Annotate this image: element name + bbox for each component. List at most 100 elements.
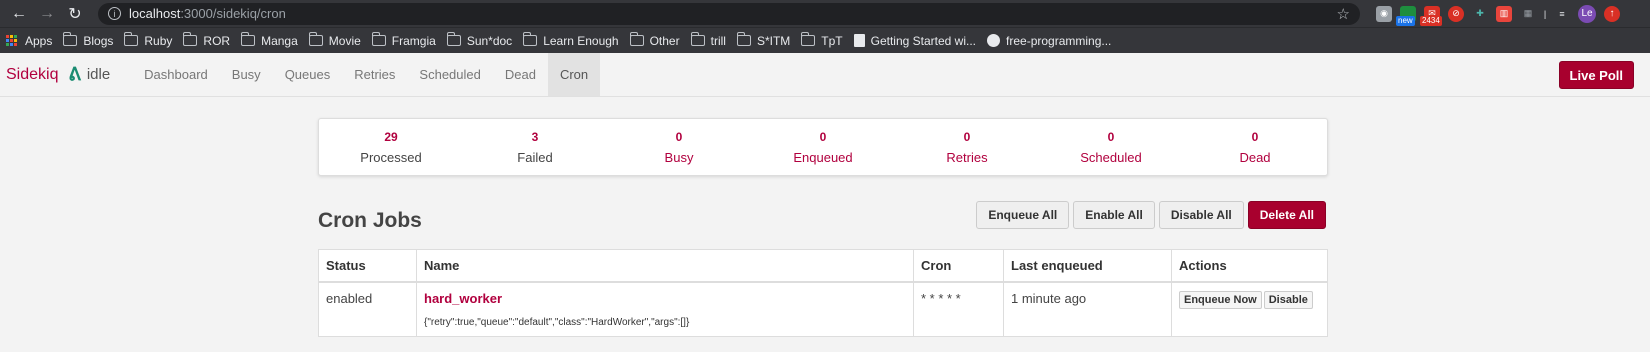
stat-processed[interactable]: 29 Processed	[319, 119, 463, 175]
grid-extension-icon[interactable]: ▦	[1520, 6, 1536, 22]
bookmark-getting-started[interactable]: Getting Started wi...	[853, 33, 985, 48]
bookmark-folder-sundoc[interactable]: Sun*doc	[446, 32, 521, 48]
bookmark-folder-framgia[interactable]: Framgia	[371, 32, 445, 48]
stat-label: Busy	[664, 149, 694, 165]
bookmark-folder-manga[interactable]: Manga	[241, 32, 307, 48]
bookmark-label: Apps	[25, 33, 53, 48]
stat-value: 3	[531, 129, 539, 144]
browser-toolbar: ← → ↻ i localhost:3000/sidekiq/cron ☆ ◉ …	[0, 0, 1650, 27]
job-name-cell: hard_worker {"retry":true,"queue":"defau…	[416, 281, 914, 337]
new-badge: new	[1396, 15, 1415, 26]
job-args: {"retry":true,"queue":"default","class":…	[424, 316, 690, 328]
nav-queues[interactable]: Queues	[273, 53, 343, 96]
new-extension-icon[interactable]: new	[1396, 5, 1416, 26]
bookmark-label: Other	[649, 33, 680, 48]
nav-cron[interactable]: Cron	[547, 53, 601, 96]
summary-bar: 29 Processed 3 Failed 0 Busy 0 Enqueued …	[318, 118, 1328, 176]
bookmark-label: ROR	[203, 33, 231, 48]
address-bar[interactable]: i localhost:3000/sidekiq/cron ☆	[98, 2, 1360, 25]
nav-dead[interactable]: Dead	[493, 53, 548, 96]
bookmark-star-icon[interactable]: ☆	[1337, 5, 1350, 23]
bookmark-label: Blogs	[83, 33, 114, 48]
blocker-extension-icon[interactable]: ⊘	[1448, 5, 1464, 22]
column-header-last-enqueued: Last enqueued	[1003, 249, 1172, 283]
disable-all-button[interactable]: Disable All	[1158, 201, 1244, 229]
nav-retries[interactable]: Retries	[342, 53, 407, 96]
nav-scheduled[interactable]: Scheduled	[407, 53, 492, 96]
stat-label: Enqueued	[793, 149, 853, 165]
site-info-icon[interactable]: i	[108, 7, 121, 20]
github-icon	[987, 34, 1001, 47]
brand[interactable]: Sidekiq ᕕ idle	[6, 53, 120, 96]
bookmark-label: trill	[710, 33, 726, 48]
forward-arrow-icon[interactable]: →	[36, 3, 58, 25]
stat-label: Scheduled	[1080, 149, 1142, 165]
delete-all-button[interactable]: Delete All	[1247, 201, 1326, 229]
stat-value: 0	[819, 129, 827, 144]
extensions-bar: ◉ new ✉ 2434 ⊘ ✚ ▥ ▦ | ≡ Le ↑	[1376, 4, 1620, 26]
bookmark-folder-other[interactable]: Other	[629, 32, 689, 48]
url-path: :3000/sidekiq/cron	[180, 6, 286, 21]
update-icon[interactable]: ↑	[1604, 5, 1620, 22]
bookmarks-bar: Apps Blogs Ruby ROR Manga Movie Framgia …	[0, 27, 1650, 53]
bookmark-free-programming[interactable]: free-programming...	[987, 34, 1120, 48]
bookmark-label: Manga	[261, 33, 298, 48]
camera-extension-icon[interactable]: ◉	[1376, 5, 1392, 22]
mail-count-badge: 2434	[1420, 15, 1442, 26]
bookmark-folder-ruby[interactable]: Ruby	[124, 32, 181, 48]
stat-value: 0	[963, 129, 971, 144]
reload-icon[interactable]: ↻	[64, 3, 86, 25]
column-header-actions: Actions	[1171, 249, 1328, 283]
nav-busy[interactable]: Busy	[220, 53, 273, 96]
bookmark-label: free-programming...	[1006, 33, 1112, 48]
enable-all-button[interactable]: Enable All	[1073, 201, 1155, 229]
bookmark-label: Ruby	[144, 33, 173, 48]
mail-extension-icon[interactable]: ✉ 2434	[1420, 5, 1442, 26]
profile-avatar[interactable]: Le	[1578, 4, 1596, 23]
table-row: enabled hard_worker {"retry":true,"queue…	[318, 281, 1328, 337]
nav-dashboard[interactable]: Dashboard	[132, 53, 220, 96]
folder-icon	[690, 32, 705, 46]
column-header-status: Status	[318, 249, 417, 283]
job-name-link[interactable]: hard_worker	[424, 291, 906, 306]
stat-value: 0	[1251, 129, 1259, 144]
bookmark-label: Getting Started wi...	[870, 33, 977, 48]
bookmark-folder-learn-enough[interactable]: Learn Enough	[523, 32, 627, 48]
cross-extension-icon[interactable]: ✚	[1472, 6, 1488, 22]
stat-label: Dead	[1239, 149, 1271, 165]
stat-label: Failed	[517, 149, 553, 165]
enqueue-all-button[interactable]: Enqueue All	[976, 201, 1070, 229]
stat-value: 0	[675, 129, 683, 144]
stat-label: Processed	[360, 149, 422, 165]
brand-name: Sidekiq	[6, 65, 59, 83]
stat-dead[interactable]: 0 Dead	[1183, 119, 1327, 175]
chart-extension-icon[interactable]: ▥	[1496, 5, 1512, 22]
bookmark-label: Movie	[328, 33, 361, 48]
media-queue-icon[interactable]: ≡	[1554, 6, 1570, 22]
stat-failed[interactable]: 3 Failed	[463, 119, 607, 175]
stat-scheduled[interactable]: 0 Scheduled	[1039, 119, 1183, 175]
stat-enqueued[interactable]: 0 Enqueued	[751, 119, 895, 175]
enqueue-now-button[interactable]: Enqueue Now	[1179, 290, 1262, 309]
folder-icon	[801, 32, 816, 46]
stat-retries[interactable]: 0 Retries	[895, 119, 1039, 175]
job-actions: Enqueue Now Disable	[1171, 281, 1328, 337]
stat-value: 0	[1107, 129, 1115, 144]
back-arrow-icon[interactable]: ←	[8, 3, 30, 25]
bookmark-folder-movie[interactable]: Movie	[308, 32, 370, 48]
job-status: enabled	[318, 281, 417, 337]
bookmark-folder-tpt[interactable]: TpT	[801, 32, 851, 48]
disable-button[interactable]: Disable	[1263, 290, 1313, 309]
bookmark-folder-ror[interactable]: ROR	[183, 32, 239, 48]
apps-grid-icon	[6, 35, 17, 46]
bookmark-apps[interactable]: Apps	[6, 34, 61, 48]
live-poll-button[interactable]: Live Poll	[1558, 61, 1634, 89]
column-header-cron: Cron	[913, 249, 1004, 283]
stat-busy[interactable]: 0 Busy	[607, 119, 751, 175]
bookmark-folder-sitm[interactable]: S*ITM	[736, 32, 799, 48]
bookmark-label: Sun*doc	[466, 33, 513, 48]
sidekiq-navbar: Sidekiq ᕕ idle Dashboard Busy Queues Ret…	[0, 53, 1650, 97]
job-cron: * * * * *	[913, 281, 1004, 337]
bookmark-folder-blogs[interactable]: Blogs	[63, 32, 122, 48]
bookmark-folder-trill[interactable]: trill	[690, 32, 735, 48]
